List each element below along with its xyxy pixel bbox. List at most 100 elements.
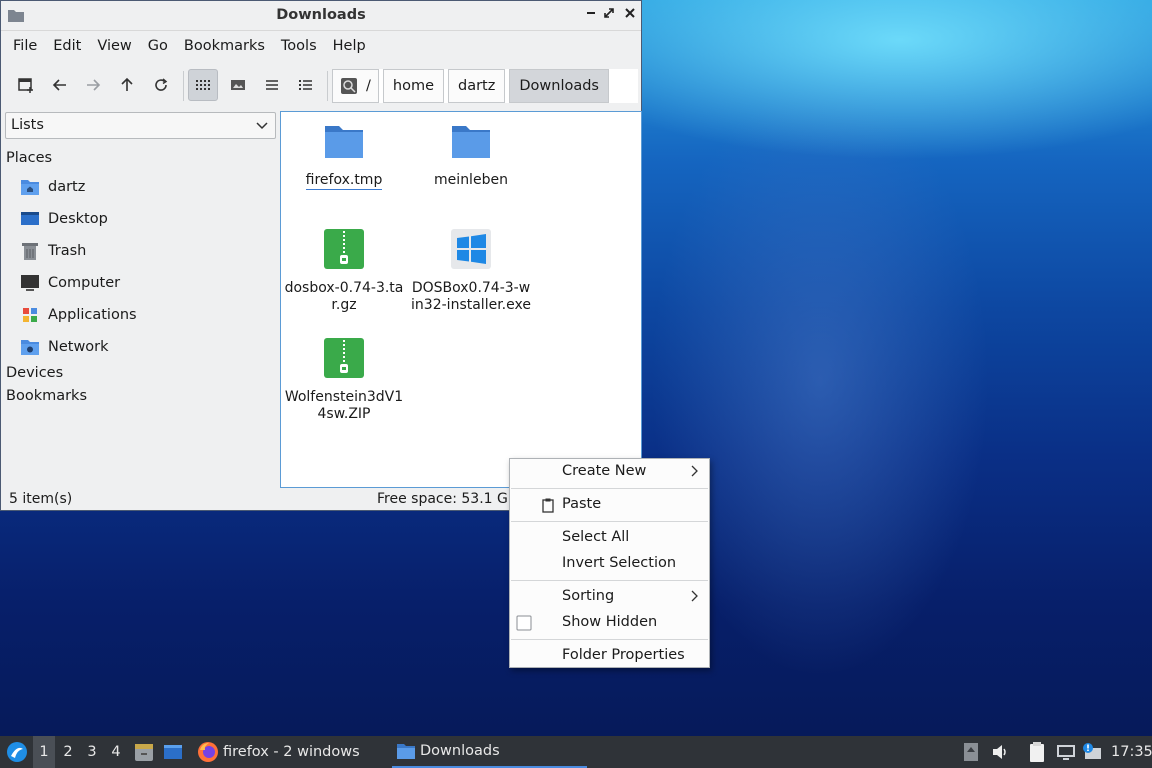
bookmarks-header[interactable]: Bookmarks xyxy=(6,388,87,404)
place-label: Trash xyxy=(48,243,87,259)
workspace-3[interactable]: 3 xyxy=(81,736,103,768)
file-item-dosbox-tar[interactable]: dosbox-0.74-3.tar.gz xyxy=(284,228,404,314)
start-menu-button[interactable] xyxy=(4,736,30,768)
compact-view-button[interactable] xyxy=(257,69,287,101)
clock[interactable]: 17:35 xyxy=(1111,736,1152,768)
thumbnail-view-button[interactable] xyxy=(223,69,253,101)
file-item-meinleben[interactable]: meinleben xyxy=(411,120,531,189)
menu-item-label: Show Hidden xyxy=(562,614,658,630)
image-icon xyxy=(231,80,245,90)
menu-view[interactable]: View xyxy=(89,38,139,54)
up-button[interactable] xyxy=(112,69,142,101)
close-button[interactable] xyxy=(622,7,638,23)
place-item-applications[interactable]: Applications xyxy=(19,303,137,327)
arrow-right-icon xyxy=(87,79,101,91)
workspace-2[interactable]: 2 xyxy=(57,736,79,768)
maximize-button[interactable] xyxy=(601,7,617,23)
toolbar-separator xyxy=(183,71,184,101)
forward-button[interactable] xyxy=(78,69,108,101)
window-titlebar[interactable]: Downloads xyxy=(1,1,641,31)
menu-item-label: Folder Properties xyxy=(562,647,685,663)
quicklaunch-file-manager[interactable] xyxy=(133,736,155,768)
workspace-1[interactable]: 1 xyxy=(33,736,55,768)
context-menu: Create New Paste Select All Invert Selec… xyxy=(509,458,710,668)
tray-clipboard[interactable] xyxy=(1028,736,1046,768)
paste-menu-item[interactable]: Paste xyxy=(510,492,709,518)
menu-help[interactable]: Help xyxy=(325,38,374,54)
menu-bookmarks[interactable]: Bookmarks xyxy=(176,38,273,54)
workspace-4[interactable]: 4 xyxy=(105,736,127,768)
file-item-wolfenstein-zip[interactable]: Wolfenstein3dV14sw.ZIP xyxy=(284,337,404,423)
tray-notification[interactable] xyxy=(1081,736,1103,768)
speaker-icon xyxy=(993,745,1006,759)
menu-file[interactable]: File xyxy=(5,38,45,54)
place-label: Applications xyxy=(48,307,137,323)
places-header[interactable]: Places xyxy=(6,150,52,166)
reload-icon xyxy=(155,78,168,91)
file-item-dosbox-installer[interactable]: DOSBox0.74-3-win32-installer.exe xyxy=(411,228,531,314)
windows-exe-icon xyxy=(451,229,491,269)
side-panel-mode-select[interactable]: Lists xyxy=(5,112,276,139)
close-icon xyxy=(625,8,635,18)
place-item-computer[interactable]: Computer xyxy=(19,271,120,295)
applications-icon xyxy=(23,308,37,322)
arrow-left-icon xyxy=(52,79,66,91)
menu-item-label: Invert Selection xyxy=(562,555,677,571)
back-button[interactable] xyxy=(45,69,75,101)
place-label: Network xyxy=(48,339,109,355)
root-drive-icon xyxy=(341,78,357,94)
menu-edit[interactable]: Edit xyxy=(45,38,89,54)
quicklaunch-desktop[interactable] xyxy=(162,736,184,768)
clipboard-icon xyxy=(1030,742,1044,762)
create-new-menu-item[interactable]: Create New xyxy=(510,459,709,485)
computer-icon xyxy=(21,275,39,291)
path-crumb-dartz[interactable]: dartz xyxy=(448,69,506,103)
path-root-button[interactable]: / xyxy=(332,69,379,103)
network-icon xyxy=(1057,745,1075,760)
place-item-dartz[interactable]: dartz xyxy=(19,175,85,199)
icon-view-button[interactable] xyxy=(188,69,218,101)
tray-network[interactable] xyxy=(1055,736,1077,768)
place-item-network[interactable]: Network xyxy=(19,335,109,359)
path-crumb-home[interactable]: home xyxy=(382,69,444,103)
path-bar: / home dartz Downloads xyxy=(332,69,638,103)
lines-icon xyxy=(266,80,278,90)
arrow-up-box-icon xyxy=(964,743,978,761)
trash-icon xyxy=(22,243,38,260)
path-crumb-downloads[interactable]: Downloads xyxy=(509,69,609,103)
arrow-up-icon xyxy=(121,77,133,91)
folder-properties-menu-item[interactable]: Folder Properties xyxy=(510,643,709,669)
folder-icon xyxy=(397,744,415,759)
file-name: meinleben xyxy=(434,172,508,188)
minimize-button[interactable] xyxy=(583,7,599,23)
home-folder-icon xyxy=(21,180,39,195)
checkbox-unchecked-icon[interactable] xyxy=(516,615,532,631)
task-firefox[interactable]: firefox - 2 windows xyxy=(193,736,387,768)
side-panel-mode-value: Lists xyxy=(11,117,44,133)
place-label: Desktop xyxy=(48,211,108,227)
detailed-list-view-button[interactable] xyxy=(291,69,321,101)
tray-updates[interactable] xyxy=(962,736,980,768)
file-item-firefox-tmp[interactable]: firefox.tmp xyxy=(284,120,404,190)
minimize-icon xyxy=(587,12,595,14)
show-hidden-menu-item[interactable]: Show Hidden xyxy=(510,610,709,636)
place-item-desktop[interactable]: Desktop xyxy=(19,207,108,231)
file-name: firefox.tmp xyxy=(305,172,383,190)
list-icon xyxy=(299,80,312,90)
place-label: Computer xyxy=(48,275,121,291)
menu-separator xyxy=(511,521,708,522)
select-all-menu-item[interactable]: Select All xyxy=(510,525,709,551)
sorting-menu-item[interactable]: Sorting xyxy=(510,584,709,610)
menu-go[interactable]: Go xyxy=(140,38,176,54)
file-view[interactable]: firefox.tmp meinleben dosbox-0.74-3.tar.… xyxy=(280,111,642,488)
task-downloads[interactable]: Downloads xyxy=(392,736,587,768)
folder-icon xyxy=(452,126,490,158)
devices-header[interactable]: Devices xyxy=(6,365,63,381)
reload-button[interactable] xyxy=(146,69,176,101)
tray-volume[interactable] xyxy=(990,736,1010,768)
file-cabinet-icon xyxy=(135,744,153,761)
place-item-trash[interactable]: Trash xyxy=(19,239,86,263)
menu-tools[interactable]: Tools xyxy=(273,38,325,54)
new-tab-button[interactable] xyxy=(11,69,41,101)
invert-selection-menu-item[interactable]: Invert Selection xyxy=(510,551,709,577)
